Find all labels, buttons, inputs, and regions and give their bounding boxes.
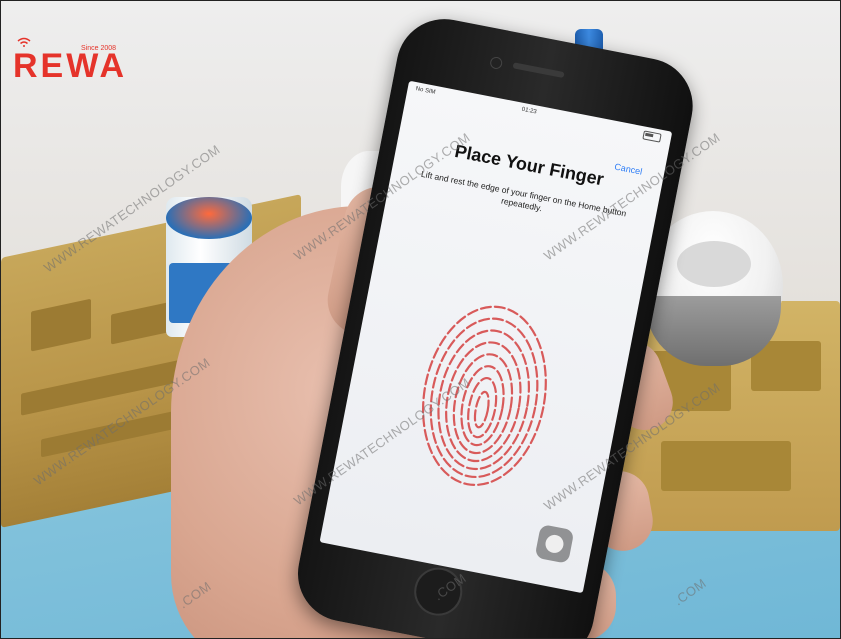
assistive-touch-icon[interactable] [534,523,575,564]
battery-icon [642,130,662,143]
status-bar: No SIM 01:23 [406,81,672,148]
status-time: 01:23 [521,106,538,116]
spool-core [677,241,751,287]
rewa-logo: Since 2008 REWA [13,35,173,95]
carrier-label: No SIM [415,86,436,96]
front-camera-icon [489,55,504,70]
solder-paste-cap [166,197,252,239]
earpiece-speaker [512,62,565,79]
photo-frame: No SIM 01:23 Cancel Place Your Finger Li… [0,0,841,639]
fingerprint-icon [421,305,547,487]
wifi-signal-icon [17,37,31,47]
logo-brand: REWA [13,47,127,85]
